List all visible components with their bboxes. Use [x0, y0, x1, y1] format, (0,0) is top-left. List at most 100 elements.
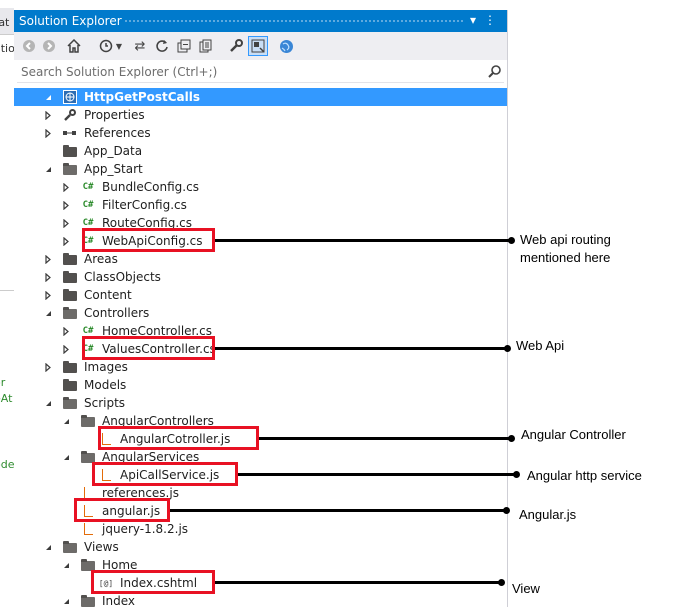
tree-item[interactable]: Scripts: [14, 394, 507, 412]
expand-arrow-icon[interactable]: [61, 196, 71, 214]
pin-icon[interactable]: ⋮: [484, 13, 496, 27]
panel-title-bar: Solution Explorer ▾ ⋮: [14, 10, 507, 32]
callout-line: [215, 581, 502, 584]
tree-item-label: Images: [84, 360, 128, 374]
collapse-arrow-icon[interactable]: [61, 412, 71, 430]
tree-item[interactable]: Content: [14, 286, 507, 304]
tree-item-label: App_Start: [84, 162, 143, 176]
collapse-arrow-icon[interactable]: [43, 88, 53, 106]
tree-item[interactable]: Images: [14, 358, 507, 376]
search-box[interactable]: Search Solution Explorer (Ctrl+;): [17, 62, 504, 83]
expand-arrow-icon[interactable]: [43, 106, 53, 124]
tree-item-label: Content: [84, 288, 132, 302]
tree-item-label: HttpGetPostCalls: [84, 90, 201, 104]
tree-item-label: References: [84, 126, 151, 140]
collapse-arrow-icon[interactable]: [43, 538, 53, 556]
show-all-files-icon[interactable]: [196, 36, 216, 56]
callout-line: [259, 437, 512, 440]
tree-item[interactable]: References: [14, 124, 507, 142]
tree-item[interactable]: AngularControllers: [14, 412, 507, 430]
expand-arrow-icon[interactable]: [43, 286, 53, 304]
tree-item[interactable]: AngularServices: [14, 448, 507, 466]
collapse-arrow-icon[interactable]: [43, 160, 53, 178]
expand-arrow-icon[interactable]: [43, 124, 53, 142]
sync-icon[interactable]: ⇄: [130, 36, 150, 56]
tree-item[interactable]: ClassObjects: [14, 268, 507, 286]
tree-item[interactable]: Index: [14, 592, 507, 607]
tree-item-label: Index: [102, 594, 136, 607]
collapse-arrow-icon[interactable]: [61, 556, 71, 574]
tree-item[interactable]: Home: [14, 556, 507, 574]
folder-icon: [62, 360, 78, 374]
callout-arrowhead: [508, 237, 515, 244]
tree-item[interactable]: C# BundleConfig.cs: [14, 178, 507, 196]
callout-arrowhead: [508, 435, 515, 442]
callout-line: [170, 509, 507, 512]
tree-item-label: App_Data: [84, 144, 143, 158]
folder-icon: [62, 378, 78, 392]
tree-item[interactable]: Properties: [14, 106, 507, 124]
expand-arrow-icon[interactable]: [61, 178, 71, 196]
search-icon[interactable]: [488, 64, 502, 81]
back-icon[interactable]: [19, 36, 39, 56]
folder-open-icon: [80, 414, 96, 428]
expand-arrow-icon[interactable]: [61, 340, 71, 358]
editor-fragment: ode: [0, 458, 14, 471]
expand-arrow-icon[interactable]: [61, 214, 71, 232]
solution-toolbar: ▼ ⇄: [14, 32, 507, 60]
expand-arrow-icon[interactable]: [61, 322, 71, 340]
annotation-label: Web api routing mentioned here: [520, 232, 611, 265]
callout-line: [215, 347, 508, 350]
tree-item[interactable]: App_Data: [14, 142, 507, 160]
folder-icon: [62, 144, 78, 158]
dropdown-arrow-icon[interactable]: ▾: [470, 13, 476, 27]
preview-icon[interactable]: [248, 36, 268, 56]
tree-item[interactable]: C# FilterConfig.cs: [14, 196, 507, 214]
highlight-box: [74, 498, 170, 522]
tree-item[interactable]: jquery-1.8.2.js: [14, 520, 507, 538]
annotation-label: Angular Controller: [521, 427, 626, 442]
forward-icon[interactable]: [39, 36, 59, 56]
editor-divider: [0, 290, 14, 291]
history-icon[interactable]: [96, 36, 116, 56]
background-editor-strip: tat atio or eAt ode: [0, 0, 14, 607]
editor-fragment: tat: [0, 16, 10, 29]
callout-line: [215, 239, 512, 242]
expand-arrow-icon[interactable]: [61, 232, 71, 250]
expand-arrow-icon[interactable]: [43, 250, 53, 268]
refresh-icon[interactable]: [152, 36, 172, 56]
editor-fragment: or: [0, 376, 6, 389]
tree-item[interactable]: Controllers: [14, 304, 507, 322]
tree-item[interactable]: Models: [14, 376, 507, 394]
globe-icon[interactable]: [276, 36, 296, 56]
callout-arrowhead: [513, 471, 520, 478]
folder-icon: [62, 252, 78, 266]
folder-open-icon: [62, 162, 78, 176]
expand-arrow-icon[interactable]: [43, 358, 53, 376]
tree-item[interactable]: Areas: [14, 250, 507, 268]
tree-item-label: Controllers: [84, 306, 150, 320]
collapse-arrow-icon[interactable]: [61, 448, 71, 466]
dropdown-icon[interactable]: ▼: [114, 36, 124, 56]
collapse-arrow-icon[interactable]: [43, 304, 53, 322]
annotation-label: Web Api: [516, 338, 565, 353]
home-icon[interactable]: [64, 36, 84, 56]
expand-arrow-icon[interactable]: [43, 268, 53, 286]
search-input[interactable]: Search Solution Explorer (Ctrl+;): [21, 65, 217, 79]
properties-icon[interactable]: [226, 36, 246, 56]
tree-item[interactable]: Views: [14, 538, 507, 556]
folder-open-icon: [80, 594, 96, 607]
js-file-icon: [80, 522, 96, 536]
folder-icon: [62, 288, 78, 302]
tree-item-label: Properties: [84, 108, 145, 122]
tree-item[interactable]: HttpGetPostCalls: [14, 88, 507, 106]
annotation-label: View: [512, 581, 540, 596]
collapse-arrow-icon[interactable]: [43, 394, 53, 412]
csharp-file-icon: C#: [82, 200, 94, 210]
collapse-arrow-icon[interactable]: [61, 592, 71, 607]
highlight-box: [91, 570, 215, 594]
folder-open-icon: [62, 306, 78, 320]
tree-item[interactable]: App_Start: [14, 160, 507, 178]
collapse-all-icon[interactable]: [174, 36, 194, 56]
csharp-file-icon: C#: [82, 182, 94, 192]
